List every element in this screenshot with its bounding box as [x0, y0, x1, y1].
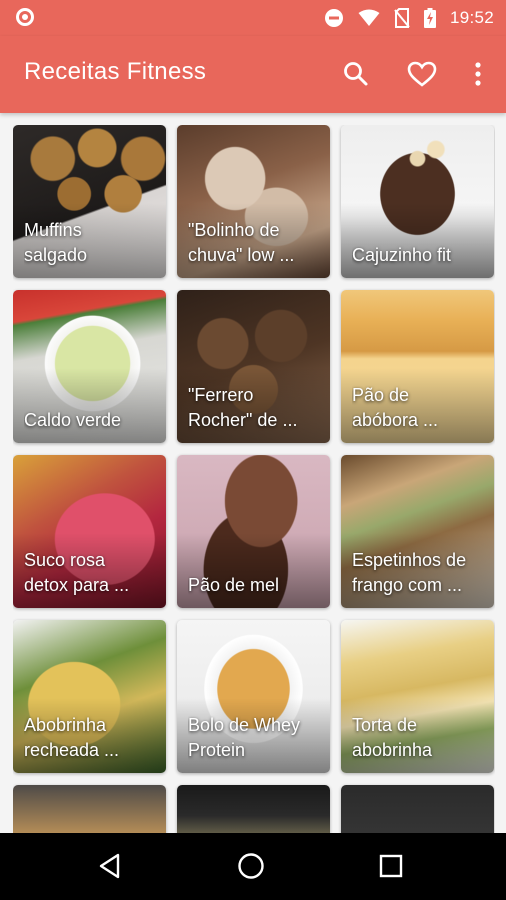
wifi-icon	[358, 9, 380, 26]
recipe-title: Caldo verde	[24, 410, 122, 430]
recipe-image	[341, 785, 494, 833]
app-title: Receitas Fitness	[24, 58, 207, 85]
recipe-card-partial[interactable]	[13, 785, 166, 833]
recipe-card-partial[interactable]	[341, 785, 494, 833]
battery-charging-icon	[423, 8, 436, 28]
recipe-title: Bolo de Whey Protein	[188, 715, 301, 760]
recipe-card-suco-rosa[interactable]: Suco rosa detox para ...	[13, 455, 166, 608]
recipe-card-caldo-verde[interactable]: Caldo verde	[13, 290, 166, 443]
recipe-card-torta-abobrinha[interactable]: Torta de abobrinha	[341, 620, 494, 773]
no-sim-icon	[394, 8, 410, 28]
back-icon	[99, 853, 120, 879]
recipe-card-ferrero[interactable]: "Ferrero Rocher" de ...	[177, 290, 330, 443]
recipe-card-bolo-whey[interactable]: Bolo de Whey Protein	[177, 620, 330, 773]
recipe-title: Muffins salgado	[24, 220, 88, 265]
status-time: 19:52	[449, 8, 494, 27]
search-button[interactable]	[334, 56, 378, 92]
app-notification-icon	[16, 8, 34, 26]
recipe-title: Suco rosa detox para ...	[24, 550, 130, 595]
recipe-grid: Muffins salgado "Bolinho de chuva" low .…	[13, 125, 495, 833]
recipe-title: Pão de abóbora ...	[352, 385, 439, 430]
recipe-card-muffins[interactable]: Muffins salgado	[13, 125, 166, 278]
favorites-button[interactable]	[400, 56, 444, 92]
status-icons: 19:52	[324, 6, 494, 30]
do-not-disturb-icon	[324, 9, 343, 27]
recipe-card-abobrinha-recheada[interactable]: Abobrinha recheada ...	[13, 620, 166, 773]
app-bar: Receitas Fitness	[0, 36, 506, 113]
more-vert-icon	[475, 62, 481, 86]
overflow-menu-button[interactable]	[466, 56, 490, 92]
back-button[interactable]	[96, 851, 126, 881]
search-icon	[344, 62, 368, 86]
recipe-title: "Ferrero Rocher" de ...	[188, 385, 298, 430]
favorite-heart-icon	[407, 61, 437, 87]
home-icon	[238, 853, 264, 879]
recipe-card-bolinho[interactable]: "Bolinho de chuva" low ...	[177, 125, 330, 278]
recents-icon	[379, 854, 403, 878]
recipe-title: Cajuzinho fit	[352, 245, 452, 265]
recipe-title: Abobrinha recheada ...	[24, 715, 120, 760]
recipe-card-pao-abobora[interactable]: Pão de abóbora ...	[341, 290, 494, 443]
recipe-title: Torta de abobrinha	[352, 715, 433, 760]
recipe-image	[177, 785, 330, 833]
navigation-bar	[0, 833, 506, 900]
recipe-card-pao-mel[interactable]: Pão de mel	[177, 455, 330, 608]
app-actions	[334, 56, 490, 92]
recipe-card-partial[interactable]	[177, 785, 330, 833]
recipe-title: Espetinhos de frango com ...	[352, 550, 467, 595]
recipe-title: Pão de mel	[188, 575, 280, 595]
recipe-title: "Bolinho de chuva" low ...	[188, 220, 295, 265]
recipe-image	[13, 785, 166, 833]
recipe-card-cajuzinho[interactable]: Cajuzinho fit	[341, 125, 494, 278]
home-button[interactable]	[236, 851, 266, 881]
recents-button[interactable]	[376, 851, 406, 881]
status-bar: 19:52	[0, 0, 506, 36]
recipe-card-espetinhos[interactable]: Espetinhos de frango com ...	[341, 455, 494, 608]
